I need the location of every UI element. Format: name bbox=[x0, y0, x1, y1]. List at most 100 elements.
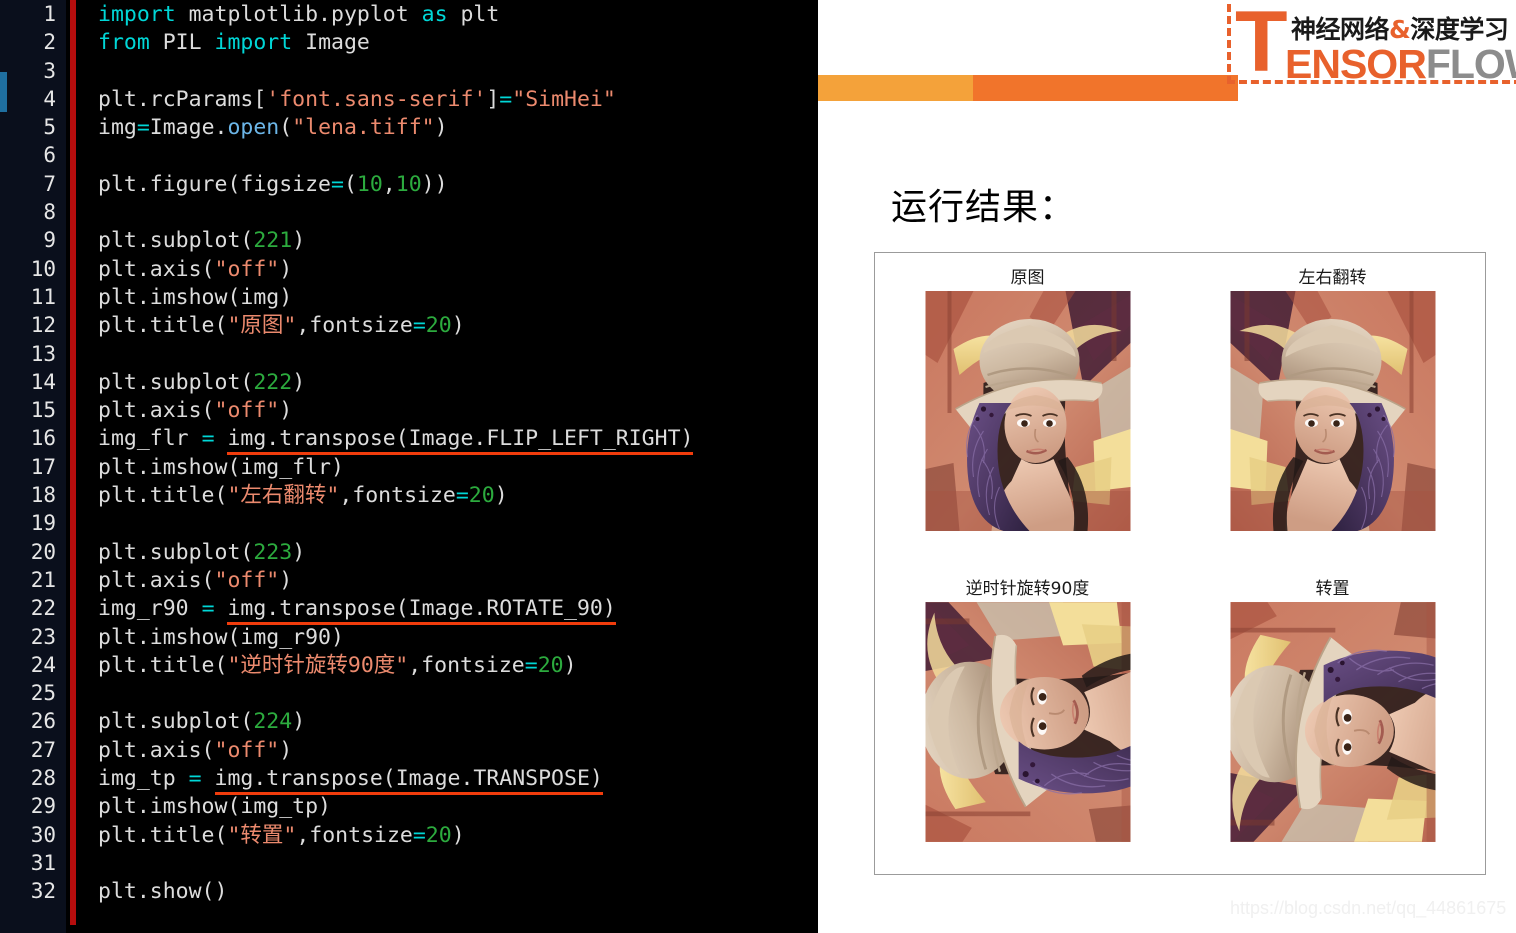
code-token-underlined: img.transpose(Image.ROTATE_90) bbox=[227, 596, 616, 626]
code-line-text[interactable]: plt.imshow(img) bbox=[64, 284, 292, 312]
line-number: 22 bbox=[30, 596, 56, 621]
code-line-text[interactable]: plt.title("原图",fontsize=20) bbox=[64, 312, 465, 340]
code-line[interactable]: 30 plt.title("转置",fontsize=20) bbox=[0, 821, 818, 849]
code-token: = bbox=[201, 596, 215, 622]
code-line[interactable]: 21 plt.axis("off") bbox=[0, 566, 818, 594]
code-line-text[interactable]: plt.axis("off") bbox=[64, 397, 292, 425]
code-line[interactable]: 10 plt.axis("off") bbox=[0, 255, 818, 283]
code-editor-panel[interactable]: 1 import matplotlib.pyplot as plt 2 from PI… bbox=[0, 0, 818, 933]
code-line[interactable]: 1 import matplotlib.pyplot as plt bbox=[0, 0, 818, 28]
code-line[interactable]: 19 bbox=[0, 509, 818, 537]
line-number: 18 bbox=[30, 483, 56, 508]
code-line[interactable]: 18 plt.title("左右翻转",fontsize=20) bbox=[0, 481, 818, 509]
code-line-text[interactable]: plt.imshow(img_r90) bbox=[64, 624, 344, 652]
code-line[interactable]: 25 bbox=[0, 679, 818, 707]
code-line[interactable]: 14 plt.subplot(222) bbox=[0, 368, 818, 396]
code-line[interactable]: 27 plt.axis("off") bbox=[0, 736, 818, 764]
code-line[interactable]: 24 plt.title("逆时针旋转90度",fontsize=20) bbox=[0, 651, 818, 679]
code-line-text[interactable]: plt.show() bbox=[64, 878, 227, 906]
code-token: plt.rcParams[ bbox=[98, 86, 267, 112]
code-line[interactable]: 15 plt.axis("off") bbox=[0, 396, 818, 424]
subplot-image-lena-flip bbox=[1230, 291, 1435, 531]
code-line[interactable]: 16 img_flr = img.transpose(Image.FLIP_LEF… bbox=[0, 424, 818, 456]
code-line-text[interactable]: img_tp = img.transpose(Image.TRANSPOSE) bbox=[64, 765, 603, 796]
code-token: ( bbox=[343, 171, 357, 197]
code-token: plt.title( bbox=[98, 313, 228, 339]
code-token: ) bbox=[292, 228, 306, 254]
code-line-text[interactable]: plt.subplot(223) bbox=[64, 539, 305, 567]
code-token: ) bbox=[451, 313, 465, 339]
code-token: img_r90 bbox=[98, 596, 202, 622]
code-line-text[interactable]: plt.rcParams['font.sans-serif']="SimHei" bbox=[64, 86, 616, 114]
line-number: 28 bbox=[30, 766, 56, 791]
logo-wordmark: ENSORFLOW bbox=[1285, 41, 1516, 86]
line-number: 29 bbox=[30, 794, 56, 819]
code-line-text[interactable]: plt.subplot(224) bbox=[64, 708, 305, 736]
code-line-text[interactable]: plt.title("转置",fontsize=20) bbox=[64, 822, 465, 850]
code-token: 10 bbox=[395, 171, 422, 197]
code-line[interactable]: 23 plt.imshow(img_r90) bbox=[0, 623, 818, 651]
code-line-text[interactable]: plt.axis("off") bbox=[64, 256, 292, 284]
code-line-text[interactable]: img_flr = img.transpose(Image.FLIP_LEFT_… bbox=[64, 425, 694, 456]
code-line-text[interactable]: from PIL import Image bbox=[64, 29, 370, 57]
logo-ampersand: & bbox=[1389, 15, 1411, 44]
code-token: ) bbox=[434, 115, 448, 141]
code-line-text[interactable]: plt.axis("off") bbox=[64, 567, 292, 595]
code-line[interactable]: 12 plt.title("原图",fontsize=20) bbox=[0, 311, 818, 339]
code-token: import bbox=[214, 30, 293, 56]
code-line-text[interactable]: plt.subplot(222) bbox=[64, 369, 305, 397]
code-token: plt.imshow(img_flr) bbox=[98, 454, 344, 480]
code-token: plt.subplot( bbox=[98, 369, 254, 395]
code-line-text[interactable]: img=Image.open("lena.tiff") bbox=[64, 114, 448, 142]
code-line-text[interactable]: plt.subplot(221) bbox=[64, 227, 305, 255]
code-line[interactable]: 31 bbox=[0, 849, 818, 877]
code-line-text[interactable]: img_r90 = img.transpose(Image.ROTATE_90) bbox=[64, 595, 616, 626]
decor-bar-dark bbox=[973, 75, 1238, 101]
code-line[interactable]: 13 bbox=[0, 340, 818, 368]
code-token: ( bbox=[279, 115, 293, 141]
code-line-text[interactable]: plt.imshow(img_flr) bbox=[64, 454, 344, 482]
line-number: 20 bbox=[30, 539, 56, 564]
line-number: 2 bbox=[43, 30, 56, 55]
code-line[interactable]: 7 plt.figure(figsize=(10,10)) bbox=[0, 170, 818, 198]
line-number: 30 bbox=[30, 822, 56, 847]
code-line[interactable]: 28 img_tp = img.transpose(Image.TRANSPOSE… bbox=[0, 764, 818, 796]
code-line-list[interactable]: 1 import matplotlib.pyplot as plt 2 from PI… bbox=[0, 0, 818, 906]
code-line[interactable]: 11 plt.imshow(img) bbox=[0, 283, 818, 311]
code-token: PIL bbox=[149, 30, 215, 56]
code-line[interactable]: 2 from PIL import Image bbox=[0, 28, 818, 56]
code-line[interactable]: 32 plt.show() bbox=[0, 877, 818, 905]
code-line[interactable]: 8 bbox=[0, 198, 818, 226]
code-line-text[interactable]: plt.title("逆时针旋转90度",fontsize=20) bbox=[64, 652, 577, 680]
code-line[interactable]: 4 plt.rcParams['font.sans-serif']="SimHei… bbox=[0, 85, 818, 113]
line-number: 24 bbox=[30, 652, 56, 677]
code-line[interactable]: 26 plt.subplot(224) bbox=[0, 707, 818, 735]
code-line[interactable]: 29 plt.imshow(img_tp) bbox=[0, 792, 818, 820]
code-line-text[interactable]: import matplotlib.pyplot as plt bbox=[64, 1, 499, 29]
figure-subplot: 转置 bbox=[1180, 564, 1485, 875]
code-line[interactable]: 5 img=Image.open("lena.tiff") bbox=[0, 113, 818, 141]
code-line-text[interactable]: plt.imshow(img_tp) bbox=[64, 793, 331, 821]
logo-word-orange: ENSOR bbox=[1285, 41, 1427, 86]
code-token: 223 bbox=[253, 539, 293, 565]
code-line-text[interactable]: plt.title("左右翻转",fontsize=20) bbox=[64, 482, 508, 510]
code-token: plt.imshow(img) bbox=[98, 284, 293, 310]
figure-subplot: 左右翻转 bbox=[1180, 253, 1485, 564]
code-line-text[interactable]: plt.axis("off") bbox=[64, 737, 292, 765]
code-line[interactable]: 22 img_r90 = img.transpose(Image.ROTATE_9… bbox=[0, 594, 818, 626]
code-line[interactable]: 17 plt.imshow(img_flr) bbox=[0, 453, 818, 481]
code-token: from bbox=[98, 30, 150, 56]
line-number: 26 bbox=[30, 709, 56, 734]
code-token: plt.imshow(img_r90) bbox=[98, 624, 344, 650]
subplot-image-lena-orig bbox=[925, 291, 1130, 531]
code-line[interactable]: 6 bbox=[0, 141, 818, 169]
code-token: plt.axis( bbox=[98, 256, 215, 282]
code-line[interactable]: 3 bbox=[0, 57, 818, 85]
line-number: 1 bbox=[43, 2, 56, 26]
code-line-text[interactable]: plt.figure(figsize=(10,10)) bbox=[64, 171, 448, 199]
code-token: 20 bbox=[425, 822, 452, 848]
code-token: "SimHei" bbox=[512, 86, 616, 112]
code-line[interactable]: 9 plt.subplot(221) bbox=[0, 226, 818, 254]
code-line[interactable]: 20 plt.subplot(223) bbox=[0, 538, 818, 566]
